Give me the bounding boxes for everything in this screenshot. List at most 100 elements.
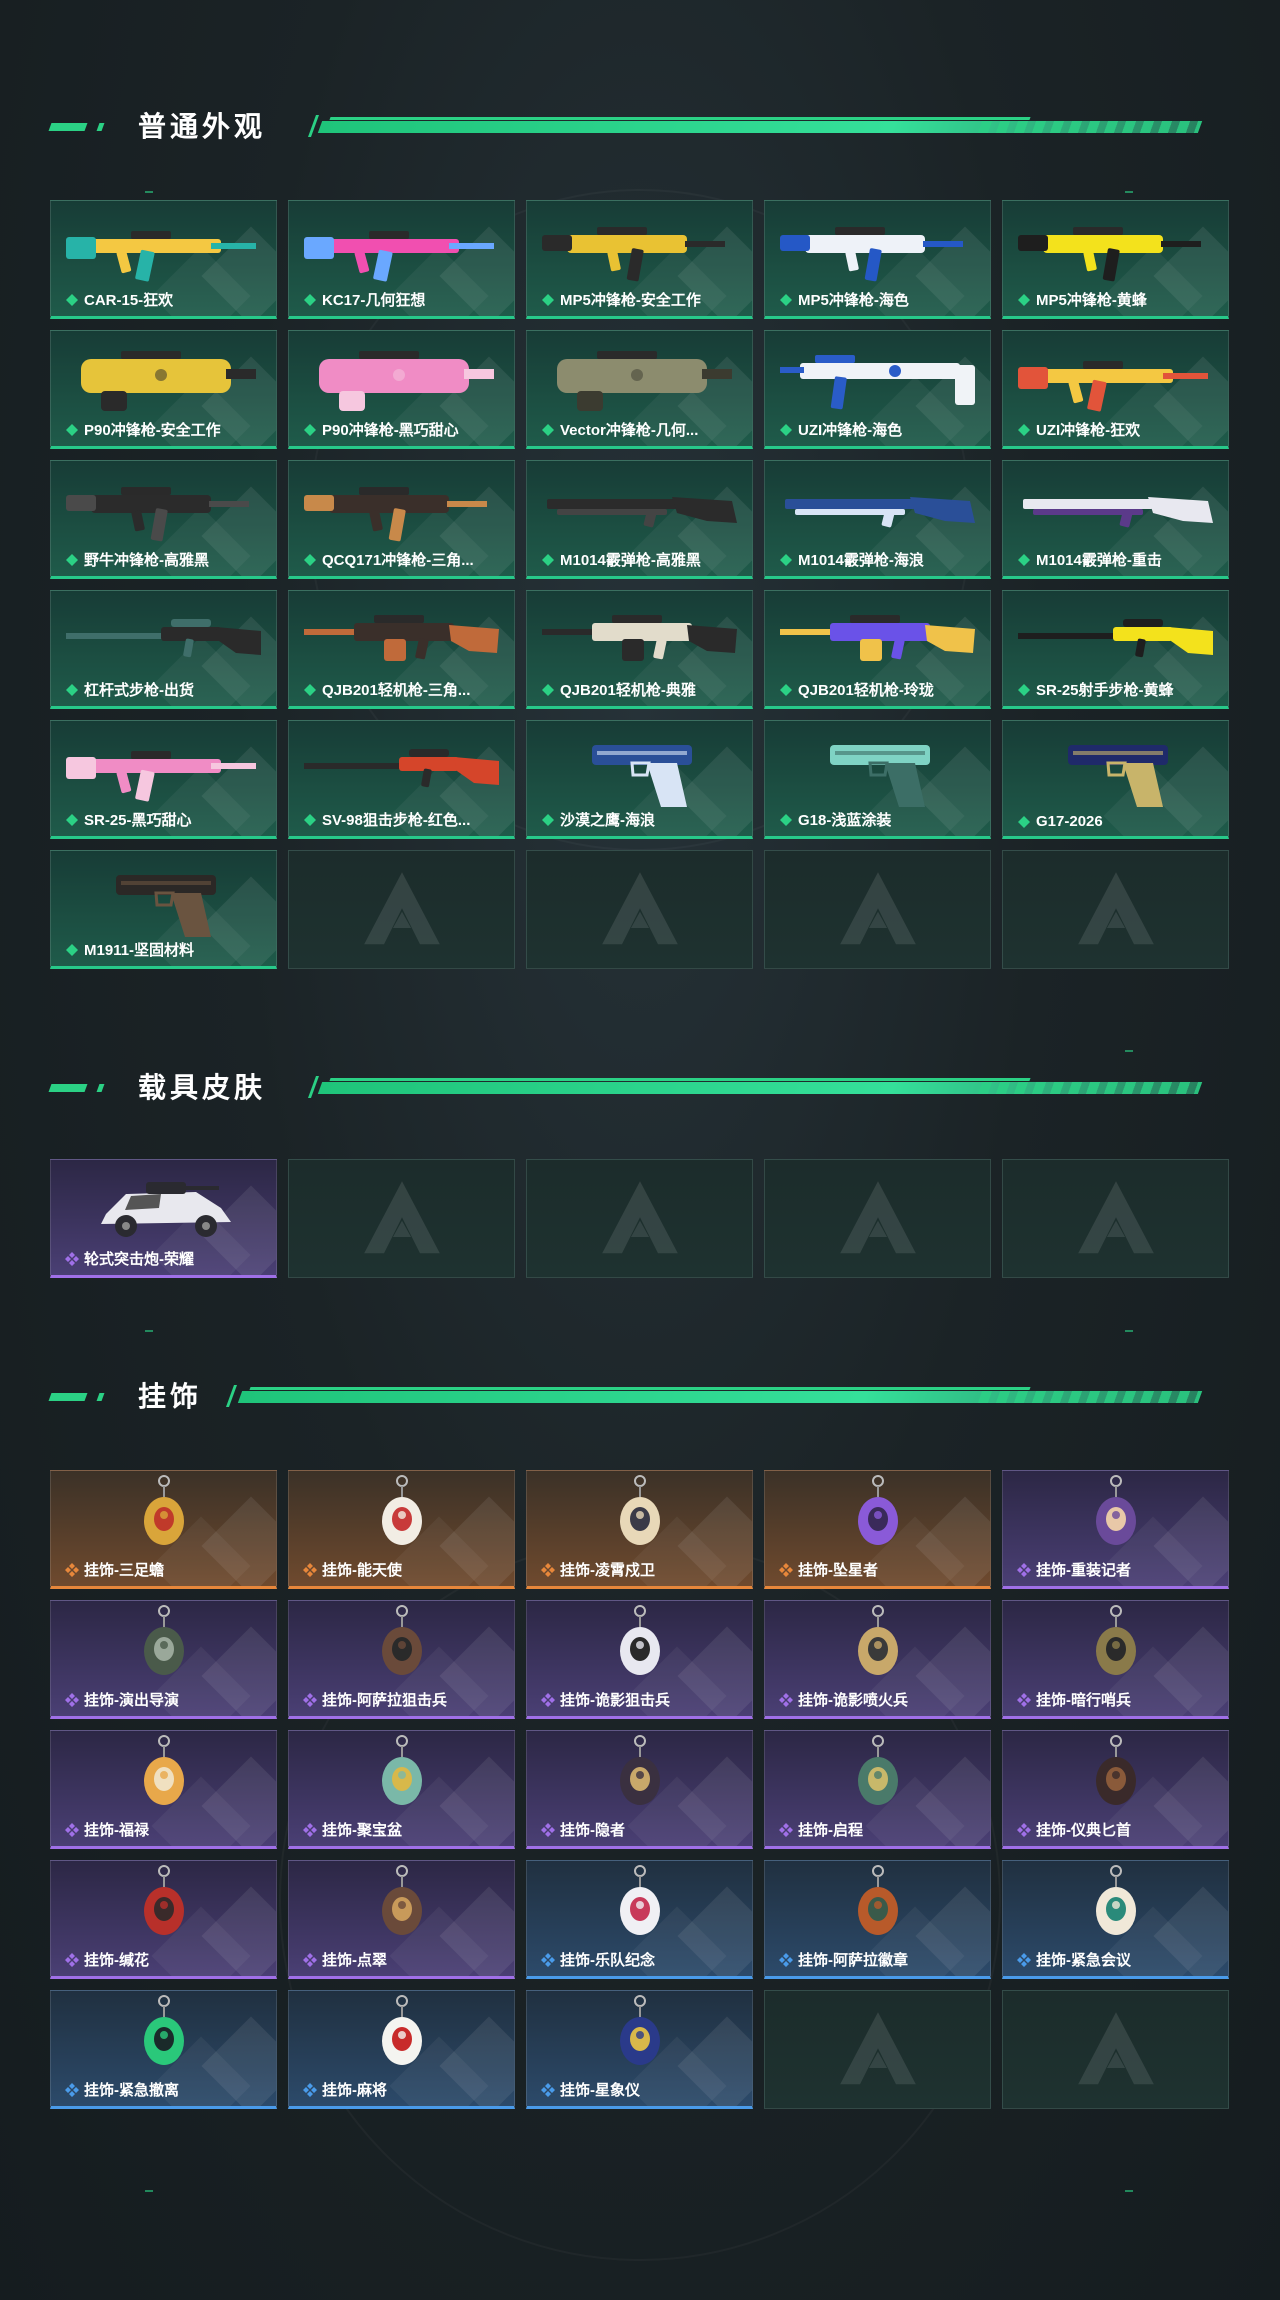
item-card[interactable]: 挂饰-凌霄戍卫 [526, 1470, 753, 1589]
item-artwork [542, 227, 725, 282]
item-card[interactable]: 挂饰-诡影狙击兵 [526, 1600, 753, 1719]
item-label-row: QJB201轻机枪-玲珑 [779, 679, 984, 700]
item-label-row: 挂饰-阿萨拉徽章 [779, 1949, 984, 1970]
item-artwork [382, 1995, 422, 2065]
item-card[interactable]: KC17-几何狂想 [288, 200, 515, 319]
item-card[interactable]: QJB201轻机枪-典雅 [526, 590, 753, 709]
item-card[interactable]: 挂饰-点翠 [288, 1860, 515, 1979]
item-card[interactable]: 挂饰-阿萨拉徽章 [764, 1860, 991, 1979]
item-label-row: 挂饰-聚宝盆 [303, 1819, 508, 1840]
item-card[interactable]: 轮式突击炮-荣耀 [50, 1159, 277, 1278]
section-2: 挂饰 挂饰-三足蟾 挂饰-能天使 挂饰-凌霄戍卫 挂饰-坠星者 挂饰-重装记者 … [48, 1367, 1230, 2109]
item-card[interactable]: MP5冲锋枪-黄蜂 [1002, 200, 1229, 319]
item-card[interactable]: 挂饰-阿萨拉狙击兵 [288, 1600, 515, 1719]
item-card[interactable]: MP5冲锋枪-安全工作 [526, 200, 753, 319]
rarity-diamond-icon [542, 293, 554, 306]
item-card[interactable]: M1911-坚固材料 [50, 850, 277, 969]
item-artwork [304, 615, 499, 661]
item-artwork [858, 1865, 898, 1935]
item-label-row: MP5冲锋枪-安全工作 [541, 289, 746, 310]
item-label-row: 挂饰-乐队纪念 [541, 1949, 746, 1970]
item-card[interactable]: 挂饰-紧急会议 [1002, 1860, 1229, 1979]
item-artwork [382, 1865, 422, 1935]
item-card[interactable]: Vector冲锋枪-几何... [526, 330, 753, 449]
item-name: P90冲锋枪-黑巧甜心 [322, 422, 459, 439]
item-name: 挂饰-紧急撤离 [84, 2082, 179, 2099]
item-card[interactable]: M1014霰弹枪-海浪 [764, 460, 991, 579]
item-grid: 挂饰-三足蟾 挂饰-能天使 挂饰-凌霄戍卫 挂饰-坠星者 挂饰-重装记者 挂饰-… [50, 1470, 1229, 2109]
item-card[interactable]: M1014霰弹枪-重击 [1002, 460, 1229, 579]
item-card[interactable]: 沙漠之鹰-海浪 [526, 720, 753, 839]
item-card[interactable]: 挂饰-能天使 [288, 1470, 515, 1589]
item-label-row: QJB201轻机枪-三角... [303, 679, 508, 700]
item-card[interactable]: 挂饰-暗行哨兵 [1002, 1600, 1229, 1719]
item-card[interactable]: QJB201轻机枪-玲珑 [764, 590, 991, 709]
empty-slot [764, 1159, 991, 1278]
rarity-diamond-icon [542, 683, 554, 696]
rarity-diamond-icon [780, 683, 792, 696]
rarity-diamond-icon [66, 943, 78, 956]
item-card[interactable]: 挂饰-重装记者 [1002, 1470, 1229, 1589]
item-card[interactable]: SR-25射手步枪-黄蜂 [1002, 590, 1229, 709]
rarity-cluster-icon [541, 1692, 555, 1707]
item-label-row: 挂饰-坠星者 [779, 1559, 984, 1580]
item-card[interactable]: UZI冲锋枪-海色 [764, 330, 991, 449]
item-card[interactable]: CAR-15-狂欢 [50, 200, 277, 319]
item-card[interactable]: 挂饰-麻将 [288, 1990, 515, 2109]
item-card[interactable]: P90冲锋枪-安全工作 [50, 330, 277, 449]
logo-watermark-icon [601, 871, 678, 944]
item-card[interactable]: 挂饰-星象仪 [526, 1990, 753, 2109]
item-name: KC17-几何狂想 [322, 292, 426, 309]
item-card[interactable]: 挂饰-诡影喷火兵 [764, 1600, 991, 1719]
item-card[interactable]: 挂饰-紧急撤离 [50, 1990, 277, 2109]
item-card[interactable]: 挂饰-演出导演 [50, 1600, 277, 1719]
item-artwork [1096, 1735, 1136, 1805]
item-name: MP5冲锋枪-海色 [798, 292, 909, 309]
rarity-diamond-icon [66, 553, 78, 566]
item-label-row: M1014霰弹枪-海浪 [779, 549, 984, 570]
item-name: M1014霰弹枪-高雅黑 [560, 552, 701, 569]
item-card[interactable]: 挂饰-坠星者 [764, 1470, 991, 1589]
item-label-row: 野牛冲锋枪-高雅黑 [65, 549, 270, 570]
item-card[interactable]: 野牛冲锋枪-高雅黑 [50, 460, 277, 579]
header-separator [225, 1385, 238, 1407]
item-card[interactable]: UZI冲锋枪-狂欢 [1002, 330, 1229, 449]
item-card[interactable]: SR-25-黑巧甜心 [50, 720, 277, 839]
rarity-cluster-icon [1017, 1822, 1031, 1837]
item-name: 挂饰-仪典匕首 [1036, 1822, 1131, 1839]
item-name: 沙漠之鹰-海浪 [560, 812, 655, 829]
item-card[interactable]: 挂饰-三足蟾 [50, 1470, 277, 1589]
item-card[interactable]: 挂饰-聚宝盆 [288, 1730, 515, 1849]
item-card[interactable]: SV-98狙击步枪-红色... [288, 720, 515, 839]
item-card[interactable]: M1014霰弹枪-高雅黑 [526, 460, 753, 579]
rarity-diamond-icon [304, 813, 316, 826]
item-name: 挂饰-重装记者 [1036, 1562, 1131, 1579]
item-card[interactable]: 挂饰-启程 [764, 1730, 991, 1849]
item-name: 挂饰-阿萨拉徽章 [798, 1952, 908, 1969]
item-card[interactable]: 挂饰-缄花 [50, 1860, 277, 1979]
item-artwork [1096, 1605, 1136, 1675]
item-label-row: P90冲锋枪-黑巧甜心 [303, 419, 508, 440]
logo-watermark-icon [1077, 2011, 1154, 2084]
item-card[interactable]: P90冲锋枪-黑巧甜心 [288, 330, 515, 449]
item-artwork [1096, 1475, 1136, 1545]
item-artwork [620, 1475, 660, 1545]
item-card[interactable]: 挂饰-福禄 [50, 1730, 277, 1849]
item-card[interactable]: MP5冲锋枪-海色 [764, 200, 991, 319]
section-1: 载具皮肤 轮式突击炮-荣耀 [48, 1058, 1230, 1278]
item-artwork [304, 231, 494, 282]
item-card[interactable]: G17-2026 [1002, 720, 1229, 839]
item-card[interactable]: QCQ171冲锋枪-三角... [288, 460, 515, 579]
item-card[interactable]: 挂饰-仪典匕首 [1002, 1730, 1229, 1849]
rarity-cluster-icon [779, 1822, 793, 1837]
item-artwork [830, 745, 930, 807]
item-card[interactable]: 挂饰-隐者 [526, 1730, 753, 1849]
item-card[interactable]: G18-浅蓝涂装 [764, 720, 991, 839]
item-name: 轮式突击炮-荣耀 [84, 1251, 194, 1268]
header-stripe [48, 1084, 88, 1092]
item-artwork [144, 1475, 184, 1545]
item-card[interactable]: QJB201轻机枪-三角... [288, 590, 515, 709]
item-card[interactable]: 杠杆式步枪-出货 [50, 590, 277, 709]
item-name: 挂饰-阿萨拉狙击兵 [322, 1692, 447, 1709]
item-card[interactable]: 挂饰-乐队纪念 [526, 1860, 753, 1979]
